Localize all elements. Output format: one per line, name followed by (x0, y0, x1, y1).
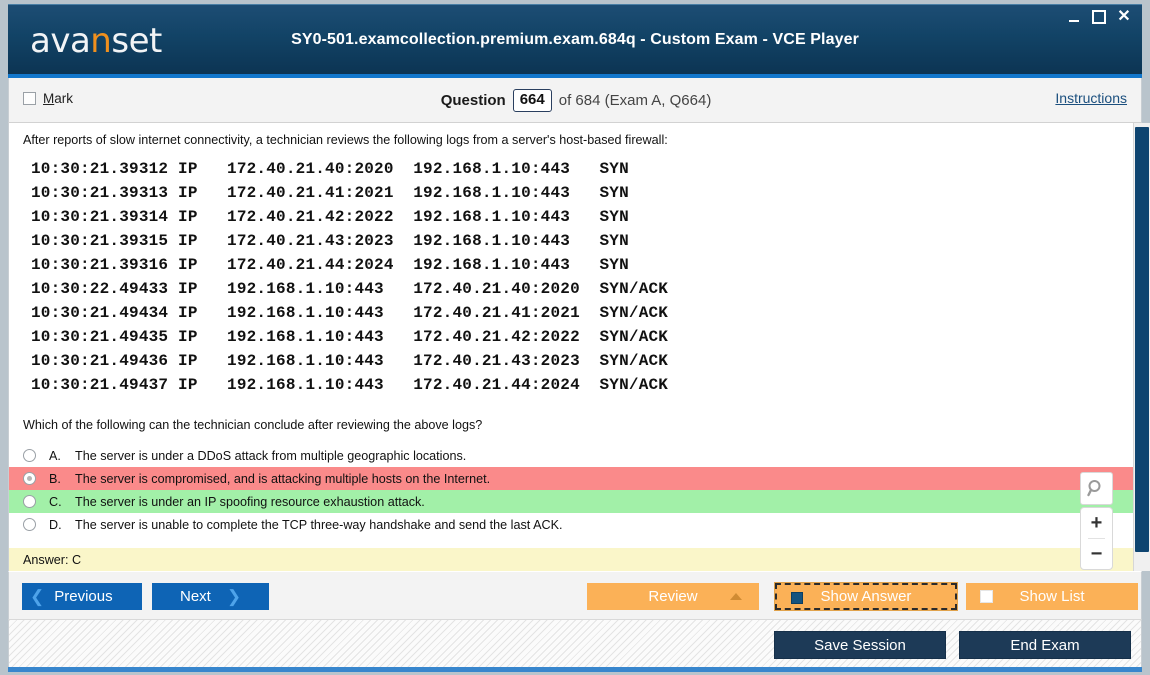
answer-option-b[interactable]: B. The server is compromised, and is att… (9, 467, 1141, 490)
log-line: 10:30:21.39315 IP 172.40.21.43:2023 192.… (31, 232, 629, 250)
log-line: 10:30:21.49434 IP 192.168.1.10:443 172.4… (31, 304, 669, 322)
question-total-label: of 684 (Exam A, Q664) (558, 91, 712, 109)
log-line: 10:30:21.49437 IP 192.168.1.10:443 172.4… (31, 376, 669, 394)
next-button-label: Next (180, 588, 211, 605)
show-answer-button[interactable]: Show Answer (774, 582, 958, 611)
question-word: Question (440, 91, 506, 109)
question-header-bar: Mark Question 664 of 684 (Exam A, Q664) … (8, 78, 1142, 123)
question-prompt: Which of the following can the technicia… (23, 418, 483, 432)
firewall-log-block: 10:30:21.39312 IP 172.40.21.40:2020 192.… (31, 157, 668, 397)
zoom-out-button[interactable]: − (1081, 539, 1112, 569)
instructions-link[interactable]: Instructions (1055, 90, 1127, 106)
previous-button-label: Previous (54, 588, 113, 605)
show-answer-checkbox[interactable] (791, 592, 803, 604)
navigation-toolbar: ❮ Previous Next ❯ Review Show Answer Sho… (8, 571, 1142, 619)
zoom-in-button[interactable]: + (1081, 508, 1112, 538)
answer-option-d[interactable]: D. The server is unable to complete the … (9, 513, 1141, 536)
question-intro-text: After reports of slow internet connectiv… (23, 133, 668, 147)
next-button[interactable]: Next ❯ (152, 583, 269, 610)
log-line: 10:30:21.39312 IP 172.40.21.40:2020 192.… (31, 160, 629, 178)
content-scrollbar[interactable] (1133, 123, 1150, 571)
answer-text-c: The server is under an IP spoofing resou… (75, 494, 425, 509)
log-line: 10:30:21.49435 IP 192.168.1.10:443 172.4… (31, 328, 669, 346)
review-button[interactable]: Review (587, 583, 759, 610)
answer-options-list: A. The server is under a DDoS attack fro… (9, 444, 1141, 536)
previous-button[interactable]: ❮ Previous (22, 583, 142, 610)
answer-text-b: The server is compromised, and is attack… (75, 471, 491, 486)
end-exam-button[interactable]: End Exam (959, 631, 1131, 659)
answer-option-a[interactable]: A. The server is under a DDoS attack fro… (9, 444, 1141, 467)
answer-option-c[interactable]: C. The server is under an IP spoofing re… (9, 490, 1141, 513)
show-list-button-label: Show List (1019, 588, 1085, 605)
answer-text-d: The server is unable to complete the TCP… (75, 517, 563, 532)
answer-text-a: The server is under a DDoS attack from m… (75, 448, 467, 463)
show-list-checkbox[interactable] (980, 590, 993, 603)
answer-radio-b[interactable] (23, 472, 36, 485)
title-bar: avanset SY0-501.examcollection.premium.e… (8, 4, 1142, 74)
answer-letter-a: A. (49, 448, 61, 463)
status-bar: Save Session End Exam (8, 619, 1142, 667)
chevron-right-icon: ❯ (226, 587, 242, 606)
review-button-label: Review (648, 588, 698, 605)
answer-letter-b: B. (49, 471, 61, 486)
log-line: 10:30:21.49436 IP 192.168.1.10:443 172.4… (31, 352, 669, 370)
log-line: 10:30:21.39313 IP 172.40.21.41:2021 192.… (31, 184, 629, 202)
answer-radio-a[interactable] (23, 449, 36, 462)
scrollbar-thumb[interactable] (1135, 127, 1149, 552)
answer-reveal-band: Answer: C (9, 548, 1141, 571)
question-number-input[interactable]: 664 (512, 88, 552, 112)
magnifier-icon[interactable] (1080, 472, 1113, 505)
answer-letter-c: C. (49, 494, 62, 509)
question-content-pane: After reports of slow internet connectiv… (8, 123, 1142, 571)
close-icon[interactable]: ✕ (1116, 9, 1132, 25)
zoom-controls: + − (1080, 507, 1113, 570)
vce-player-window: avanset SY0-501.examcollection.premium.e… (0, 0, 1150, 675)
save-session-button[interactable]: Save Session (774, 631, 946, 659)
log-line: 10:30:21.39314 IP 172.40.21.42:2022 192.… (31, 208, 629, 226)
chevron-left-icon: ❮ (30, 587, 45, 606)
log-line: 10:30:22.49433 IP 192.168.1.10:443 172.4… (31, 280, 669, 298)
show-answer-button-label: Show Answer (820, 588, 912, 605)
log-line: 10:30:21.39316 IP 172.40.21.44:2024 192.… (31, 256, 629, 274)
window-title: SY0-501.examcollection.premium.exam.684q… (291, 31, 859, 48)
answer-radio-d[interactable] (23, 518, 36, 531)
answer-radio-c[interactable] (23, 495, 36, 508)
show-list-button[interactable]: Show List (966, 583, 1138, 610)
triangle-up-icon (730, 593, 742, 600)
minimize-icon[interactable] (1066, 9, 1082, 25)
maximize-icon[interactable] (1091, 9, 1107, 25)
question-counter: Question 664 of 684 (Exam A, Q664) (9, 78, 1143, 122)
window-controls: ✕ (1066, 9, 1132, 25)
window-bottom-accent (8, 667, 1142, 672)
answer-letter-d: D. (49, 517, 62, 532)
